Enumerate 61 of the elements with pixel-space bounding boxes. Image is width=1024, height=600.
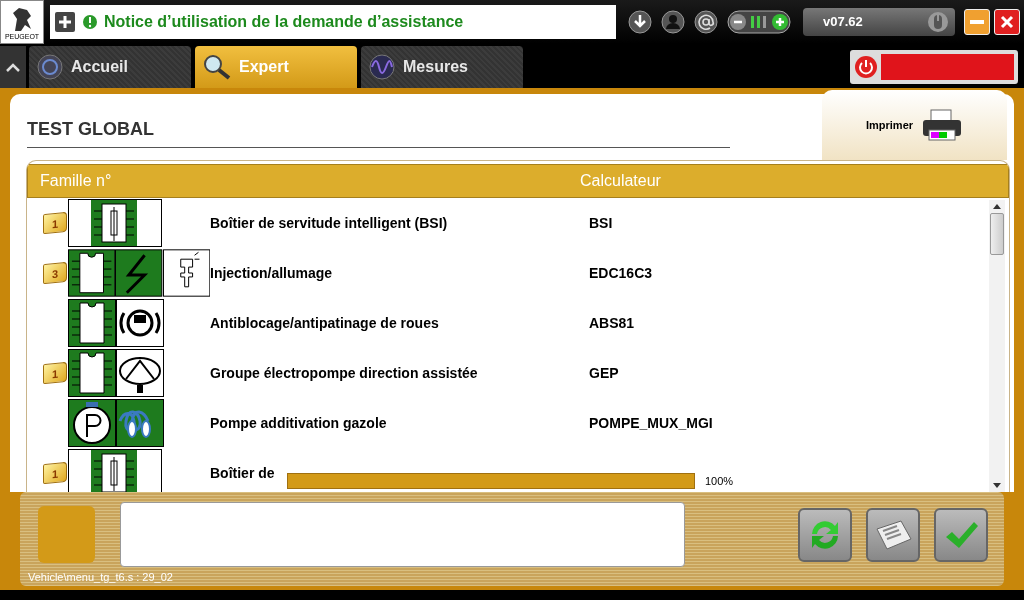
magnifier-icon — [203, 54, 231, 80]
scrollbar[interactable] — [989, 200, 1005, 492]
table-cell: BSI — [589, 214, 613, 231]
version-text: v07.62 — [823, 13, 863, 32]
globe-icon — [37, 54, 63, 80]
table-cell: Pompe additivation gazole — [210, 414, 387, 431]
table-cell: Boîtier de servitude intelligent (BSI) — [210, 214, 448, 231]
folder-badge: 1 — [42, 461, 67, 485]
close-button[interactable] — [994, 9, 1020, 35]
folder-badge: 1 — [42, 361, 67, 385]
table-cell: GEP — [589, 364, 619, 381]
wave-icon — [369, 54, 395, 80]
down-arrow-icon[interactable] — [993, 483, 1001, 488]
folder-badge: 1 — [42, 211, 67, 235]
tab[interactable]: Accueil — [29, 46, 191, 88]
power-icon[interactable] — [854, 55, 878, 79]
chip-icon — [68, 249, 116, 297]
print-tab[interactable]: Imprimer — [822, 90, 1007, 160]
printer-icon — [921, 108, 964, 142]
steering-wheel-icon — [116, 349, 164, 397]
collapse-button[interactable] — [0, 46, 26, 88]
volume-toggle[interactable] — [727, 10, 791, 34]
folder-badge: 3 — [42, 261, 67, 285]
mouse-icon[interactable] — [927, 11, 949, 33]
column-header: Calculateur — [580, 171, 661, 191]
refresh-button[interactable] — [798, 507, 852, 562]
person-icon[interactable] — [661, 10, 685, 34]
table-cell: ABS81 — [589, 314, 635, 331]
status-path: Vehicle\menu_tg_t6.s : 29_02 — [28, 569, 174, 585]
news-button[interactable] — [866, 507, 920, 562]
download-icon[interactable] — [628, 10, 652, 34]
scroll-thumb[interactable] — [990, 213, 1004, 255]
control-unit-icon — [68, 199, 162, 247]
confirm-button[interactable] — [934, 507, 988, 562]
wheel-skid-icon — [116, 299, 164, 347]
plus-icon[interactable] — [54, 11, 76, 33]
table-cell: Groupe électropompe direction assistée — [210, 364, 478, 381]
column-header: Famille n° — [39, 171, 113, 191]
minimize-icon — [970, 20, 984, 24]
up-arrow-icon[interactable] — [993, 204, 1001, 209]
tab[interactable]: Mesures — [361, 46, 523, 88]
info-icon — [82, 14, 98, 30]
chip-icon — [68, 349, 116, 397]
table-cell: EDC16C3 — [589, 264, 653, 281]
injector-icon — [162, 249, 210, 297]
chip-icon — [68, 299, 116, 347]
message-field[interactable] — [120, 502, 685, 567]
pump-icon — [68, 399, 116, 447]
table-cell: Boîtier de — [210, 464, 275, 481]
coil-icon — [116, 399, 164, 447]
chevron-up-icon — [6, 62, 20, 72]
table-cell: POMPE_MUX_MGI — [589, 414, 713, 431]
close-icon — [1000, 15, 1014, 29]
notice-title: Notice d’utilisation de la demande d’assistance — [104, 12, 464, 32]
progress-reading: 100% — [705, 474, 734, 489]
table-cell: Injection/allumage — [210, 264, 333, 281]
newspaper-icon — [873, 518, 913, 551]
table-cell: Antiblocage/antipatinage de roues — [210, 314, 439, 331]
page-title: TEST GLOBAL — [27, 116, 730, 148]
lightning-icon — [115, 249, 163, 297]
at-sign-icon[interactable] — [694, 10, 718, 34]
